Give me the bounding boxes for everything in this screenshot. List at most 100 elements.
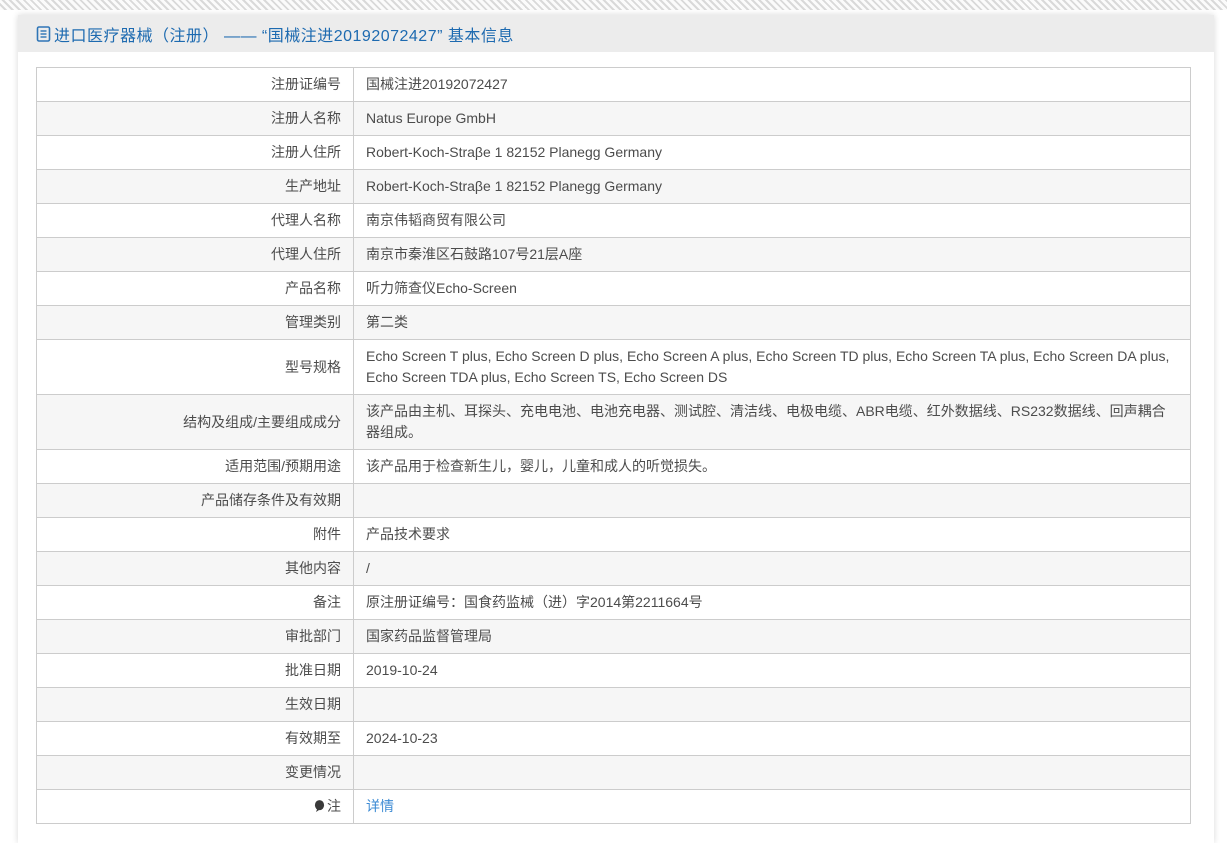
row-label-text: 备注 bbox=[313, 594, 341, 610]
table-row: 附件 产品技术要求 bbox=[36, 517, 1191, 552]
row-label: 适用范围/预期用途 bbox=[36, 449, 354, 484]
row-value: / bbox=[353, 551, 1191, 586]
table-row: 批准日期 2019-10-24 bbox=[36, 653, 1191, 688]
row-value: Robert-Koch-Straβe 1 82152 Planegg Germa… bbox=[353, 135, 1191, 170]
decorative-stripe-band bbox=[0, 0, 1227, 10]
page-title: 进口医疗器械（注册） —— “国械注进20192072427” 基本信息 bbox=[54, 27, 514, 45]
row-label: 代理人名称 bbox=[36, 203, 354, 238]
row-label: 注册证编号 bbox=[36, 67, 354, 102]
row-label-text: 产品储存条件及有效期 bbox=[201, 492, 341, 508]
row-label: 结构及组成/主要组成成分 bbox=[36, 394, 354, 450]
row-value-text: 该产品由主机、耳探头、充电电池、电池充电器、测试腔、清洁线、电极电缆、ABR电缆… bbox=[366, 403, 1166, 440]
row-label-text: 产品名称 bbox=[285, 280, 341, 296]
table-row: 注册人名称 Natus Europe GmbH bbox=[36, 101, 1191, 136]
row-value: 2019-10-24 bbox=[353, 653, 1191, 688]
document-icon bbox=[36, 25, 51, 42]
row-label-text: 型号规格 bbox=[285, 358, 341, 375]
row-label: 生产地址 bbox=[36, 169, 354, 204]
row-value: 听力筛查仪Echo-Screen bbox=[353, 271, 1191, 306]
row-value-text: 2024-10-23 bbox=[366, 730, 438, 746]
table-row: 注册人住所 Robert-Koch-Straβe 1 82152 Planegg … bbox=[36, 135, 1191, 170]
row-label-text: 审批部门 bbox=[285, 628, 341, 644]
row-value: Natus Europe GmbH bbox=[353, 101, 1191, 136]
table-row: 型号规格 Echo Screen T plus, Echo Screen D pl… bbox=[36, 339, 1191, 395]
table-row: 产品名称 听力筛查仪Echo-Screen bbox=[36, 271, 1191, 306]
table-row: 代理人名称 南京伟韬商贸有限公司 bbox=[36, 203, 1191, 238]
row-label: 附件 bbox=[36, 517, 354, 552]
row-value bbox=[353, 755, 1191, 790]
table-row: 备注 原注册证编号：国食药监械（进）字2014第2211664号 bbox=[36, 585, 1191, 620]
row-label: 备注 bbox=[36, 585, 354, 620]
row-value-text: Robert-Koch-Straβe 1 82152 Planegg Germa… bbox=[366, 144, 662, 160]
table-row: 审批部门 国家药品监督管理局 bbox=[36, 619, 1191, 654]
row-value-text: 国家药品监督管理局 bbox=[366, 628, 492, 644]
table-row: 管理类别 第二类 bbox=[36, 305, 1191, 340]
row-value: 该产品用于检查新生儿，婴儿，儿童和成人的听觉损失。 bbox=[353, 449, 1191, 484]
row-value-text: Natus Europe GmbH bbox=[366, 110, 496, 126]
row-value: 产品技术要求 bbox=[353, 517, 1191, 552]
row-label-text: 注册证编号 bbox=[271, 76, 341, 92]
row-label-text: 管理类别 bbox=[285, 314, 341, 330]
row-value: 南京市秦淮区石鼓路107号21层A座 bbox=[353, 237, 1191, 272]
row-label-text: 注册人名称 bbox=[271, 110, 341, 126]
row-label: 审批部门 bbox=[36, 619, 354, 654]
detail-link[interactable]: 详情 bbox=[366, 798, 394, 814]
table-row: 生产地址 Robert-Koch-Straβe 1 82152 Planegg G… bbox=[36, 169, 1191, 204]
row-label: 有效期至 bbox=[36, 721, 354, 756]
row-label: 产品名称 bbox=[36, 271, 354, 306]
note-balloon-icon bbox=[314, 800, 325, 812]
table-row: 注 详情 bbox=[36, 789, 1191, 824]
row-label-text: 结构及组成/主要组成成分 bbox=[183, 413, 341, 430]
content-panel: 进口医疗器械（注册） —— “国械注进20192072427” 基本信息 注册证… bbox=[18, 15, 1214, 843]
row-label-text: 代理人住所 bbox=[271, 246, 341, 262]
row-label: 产品储存条件及有效期 bbox=[36, 483, 354, 518]
row-label-text: 生效日期 bbox=[285, 696, 341, 712]
row-value-text: 第二类 bbox=[366, 314, 408, 330]
row-label-text: 注册人住所 bbox=[271, 144, 341, 160]
row-label-text: 附件 bbox=[313, 526, 341, 542]
row-label: 型号规格 bbox=[36, 339, 354, 395]
row-value bbox=[353, 687, 1191, 722]
row-value: 国家药品监督管理局 bbox=[353, 619, 1191, 654]
row-value-text: / bbox=[366, 560, 370, 576]
row-value-text: Echo Screen T plus, Echo Screen D plus, … bbox=[366, 348, 1170, 385]
row-label-text: 批准日期 bbox=[285, 662, 341, 678]
row-value: 南京伟韬商贸有限公司 bbox=[353, 203, 1191, 238]
row-value-text: 国械注进20192072427 bbox=[366, 76, 508, 92]
row-value: 该产品由主机、耳探头、充电电池、电池充电器、测试腔、清洁线、电极电缆、ABR电缆… bbox=[353, 394, 1191, 450]
row-label: 代理人住所 bbox=[36, 237, 354, 272]
row-value bbox=[353, 483, 1191, 518]
row-value: Robert-Koch-Straβe 1 82152 Planegg Germa… bbox=[353, 169, 1191, 204]
row-value: Echo Screen T plus, Echo Screen D plus, … bbox=[353, 339, 1191, 395]
row-label: 注册人住所 bbox=[36, 135, 354, 170]
registration-info-table: 注册证编号 国械注进20192072427 注册人名称 Natus Europe Gm… bbox=[36, 67, 1191, 824]
table-row: 结构及组成/主要组成成分 该产品由主机、耳探头、充电电池、电池充电器、测试腔、清洁… bbox=[36, 394, 1191, 450]
row-value-text: 产品技术要求 bbox=[366, 526, 450, 542]
row-value: 详情 bbox=[353, 789, 1191, 824]
row-value-text: 原注册证编号：国食药监械（进）字2014第2211664号 bbox=[366, 594, 703, 610]
table-row: 生效日期 bbox=[36, 687, 1191, 722]
row-label-text: 有效期至 bbox=[285, 730, 341, 746]
table-row: 适用范围/预期用途 该产品用于检查新生儿，婴儿，儿童和成人的听觉损失。 bbox=[36, 449, 1191, 484]
info-table-body: 注册证编号 国械注进20192072427 注册人名称 Natus Europe Gm… bbox=[36, 67, 1191, 824]
row-label: 其他内容 bbox=[36, 551, 354, 586]
row-value: 第二类 bbox=[353, 305, 1191, 340]
row-label-text: 代理人名称 bbox=[271, 212, 341, 228]
row-value-text: 南京伟韬商贸有限公司 bbox=[366, 212, 506, 228]
row-label-text: 注 bbox=[327, 798, 341, 814]
row-label-text: 其他内容 bbox=[285, 560, 341, 576]
row-value-text: 该产品用于检查新生儿，婴儿，儿童和成人的听觉损失。 bbox=[366, 458, 716, 474]
table-row: 其他内容 / bbox=[36, 551, 1191, 586]
table-row: 注册证编号 国械注进20192072427 bbox=[36, 67, 1191, 102]
row-label: 变更情况 bbox=[36, 755, 354, 790]
table-row: 产品储存条件及有效期 bbox=[36, 483, 1191, 518]
row-label: 注 bbox=[36, 789, 354, 824]
row-label: 管理类别 bbox=[36, 305, 354, 340]
row-value-text: 2019-10-24 bbox=[366, 662, 438, 678]
row-label-text: 变更情况 bbox=[285, 764, 341, 780]
row-value-text: 南京市秦淮区石鼓路107号21层A座 bbox=[366, 246, 583, 262]
row-value: 2024-10-23 bbox=[353, 721, 1191, 756]
table-row: 有效期至 2024-10-23 bbox=[36, 721, 1191, 756]
table-row: 变更情况 bbox=[36, 755, 1191, 790]
row-label: 生效日期 bbox=[36, 687, 354, 722]
